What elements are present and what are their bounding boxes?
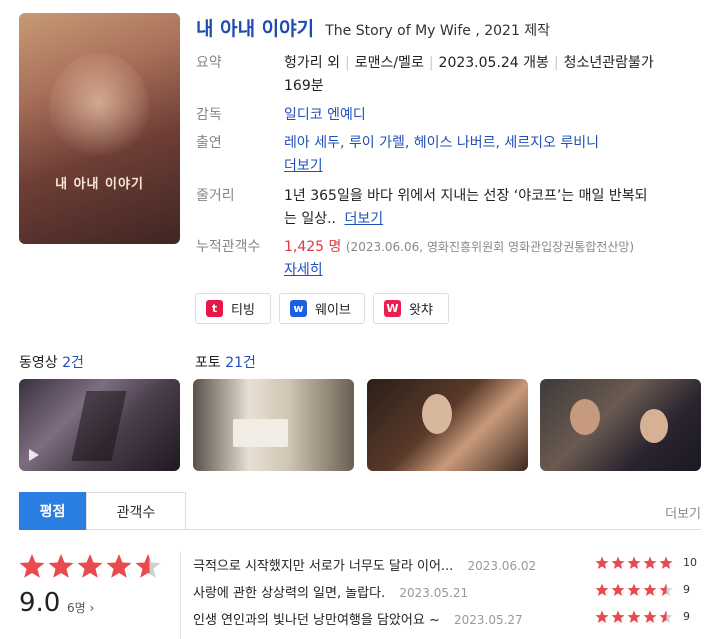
- review-score: 9: [683, 583, 690, 596]
- video-figure: [71, 391, 127, 461]
- movie-title-row: 내 아내 이야기 The Story of My Wife , 2021 제작: [196, 14, 550, 41]
- movie-title[interactable]: 내 아내 이야기: [196, 18, 314, 40]
- rating-score: 9.0: [19, 588, 61, 618]
- review-text-wrap: 극적으로 시작했지만 서로가 너무도 달라 이어... 2023.06.02: [193, 555, 536, 574]
- audience-label: 누적관객수: [196, 239, 261, 255]
- review-stars-icon: [595, 556, 673, 569]
- cast-label: 출연: [196, 135, 222, 151]
- cast-links[interactable]: 레아 세두, 루이 가렐, 헤이스 나버르, 세르지오 루비니: [284, 135, 599, 151]
- audience-value: 1,425 명 (2023.06.06, 영화진흥위원회 영화관입장권통합전산망…: [284, 236, 720, 282]
- rating-people: 6명: [67, 601, 86, 615]
- ott-tving-button[interactable]: t 티빙: [195, 293, 271, 324]
- video-label: 동영상: [19, 355, 58, 371]
- review-score: 9: [683, 610, 690, 623]
- photo-thumbnail-2[interactable]: [367, 379, 528, 471]
- audience-detail-link[interactable]: 자세히: [284, 262, 323, 278]
- plot-text-line2: 는 일상..: [284, 211, 336, 227]
- ott-watcha-label: 왓챠: [409, 303, 433, 318]
- plot-more-link[interactable]: 더보기: [344, 211, 383, 227]
- poster-figure: [49, 53, 149, 163]
- movie-poster[interactable]: 내 아내 이야기: [19, 13, 180, 244]
- movie-subtitle: The Story of My Wife , 2021 제작: [325, 23, 551, 39]
- summary-runtime: 169분: [284, 78, 324, 94]
- rating-people-link[interactable]: 6명 ›: [67, 599, 94, 616]
- review-date: 2023.05.27: [453, 613, 523, 627]
- audience-count: 1,425 명: [284, 239, 342, 255]
- review-text: 인생 연인과의 빛나던 낭만여행을 담았어요 ~: [193, 613, 440, 628]
- review-text-wrap: 인생 연인과의 빛나던 낭만여행을 담았어요 ~ 2023.05.27: [193, 609, 523, 628]
- ott-wavve-button[interactable]: w 웨이브: [279, 293, 365, 324]
- review-stars-icon: [595, 610, 673, 623]
- review-date: 2023.06.02: [467, 559, 537, 573]
- review-text: 극적으로 시작했지만 서로가 너무도 달라 이어...: [193, 559, 454, 574]
- photo-thumbnail-1[interactable]: [193, 379, 354, 471]
- photo-label: 포토: [195, 355, 221, 371]
- summary-rating: 청소년관람불가: [563, 55, 654, 71]
- director-label: 감독: [196, 107, 222, 123]
- photo-thumbnail-3[interactable]: [540, 379, 701, 471]
- summary-value: 헝가리 외 | 로맨스/멜로 | 2023.05.24 개봉 | 청소년관람불가 169분: [284, 55, 654, 94]
- ott-wavve-label: 웨이브: [315, 303, 351, 318]
- photo-face-2: [640, 409, 668, 443]
- chevron-right-icon: ›: [89, 601, 95, 615]
- summary-genre: 로맨스/멜로: [354, 55, 424, 71]
- rating-tabs: 평점 관객수 더보기: [19, 492, 701, 530]
- cast-value: 레아 세두, 루이 가렐, 헤이스 나버르, 세르지오 루비니 더보기: [284, 132, 700, 178]
- plot-value: 1년 365일을 바다 위에서 지내는 선장 ‘야코프’는 매일 반복되 는 일…: [284, 185, 720, 231]
- video-section-title[interactable]: 동영상 2건: [19, 352, 84, 372]
- ott-tving-label: 티빙: [231, 303, 255, 318]
- photo-face-1: [570, 399, 600, 435]
- plot-label: 줄거리: [196, 188, 235, 204]
- wavve-icon: w: [290, 300, 307, 317]
- summary-country: 헝가리 외: [284, 55, 340, 71]
- watcha-icon: W: [384, 300, 401, 317]
- cast-more-link[interactable]: 더보기: [284, 158, 323, 174]
- review-stars-icon: [595, 583, 673, 596]
- summary-release: 2023.05.24 개봉: [438, 55, 549, 71]
- audience-source: (2023.06.06, 영화진흥위원회 영화관입장권통합전산망): [345, 240, 635, 254]
- plot-text-line1: 1년 365일을 바다 위에서 지내는 선장 ‘야코프’는 매일 반복되: [284, 188, 648, 204]
- rating-more-link[interactable]: 더보기: [665, 503, 701, 522]
- review-score: 10: [683, 556, 697, 569]
- tab-rating[interactable]: 평점: [19, 492, 86, 530]
- star-rating-icon: [19, 554, 161, 578]
- poster-title: 내 아내 이야기: [55, 177, 144, 192]
- tab-audience[interactable]: 관객수: [86, 492, 186, 530]
- video-thumbnail[interactable]: [19, 379, 180, 471]
- review-date: 2023.05.21: [399, 586, 469, 600]
- ott-watcha-button[interactable]: W 왓챠: [373, 293, 449, 324]
- summary-label: 요약: [196, 55, 222, 71]
- photo-table: [233, 419, 288, 447]
- review-text: 사랑에 관한 상상력의 일면, 놀랍다.: [193, 586, 386, 601]
- director-link[interactable]: 일디코 엔예디: [284, 104, 366, 127]
- tving-icon: t: [206, 300, 223, 317]
- rating-stars: [19, 553, 164, 585]
- video-count: 2건: [62, 355, 84, 371]
- photo-count: 21건: [225, 355, 256, 371]
- photo-face: [422, 394, 452, 434]
- review-text-wrap: 사랑에 관한 상상력의 일면, 놀랍다. 2023.05.21: [193, 582, 468, 601]
- play-icon: [29, 449, 39, 461]
- divider: [180, 551, 181, 639]
- photo-section-title[interactable]: 포토 21건: [195, 352, 256, 372]
